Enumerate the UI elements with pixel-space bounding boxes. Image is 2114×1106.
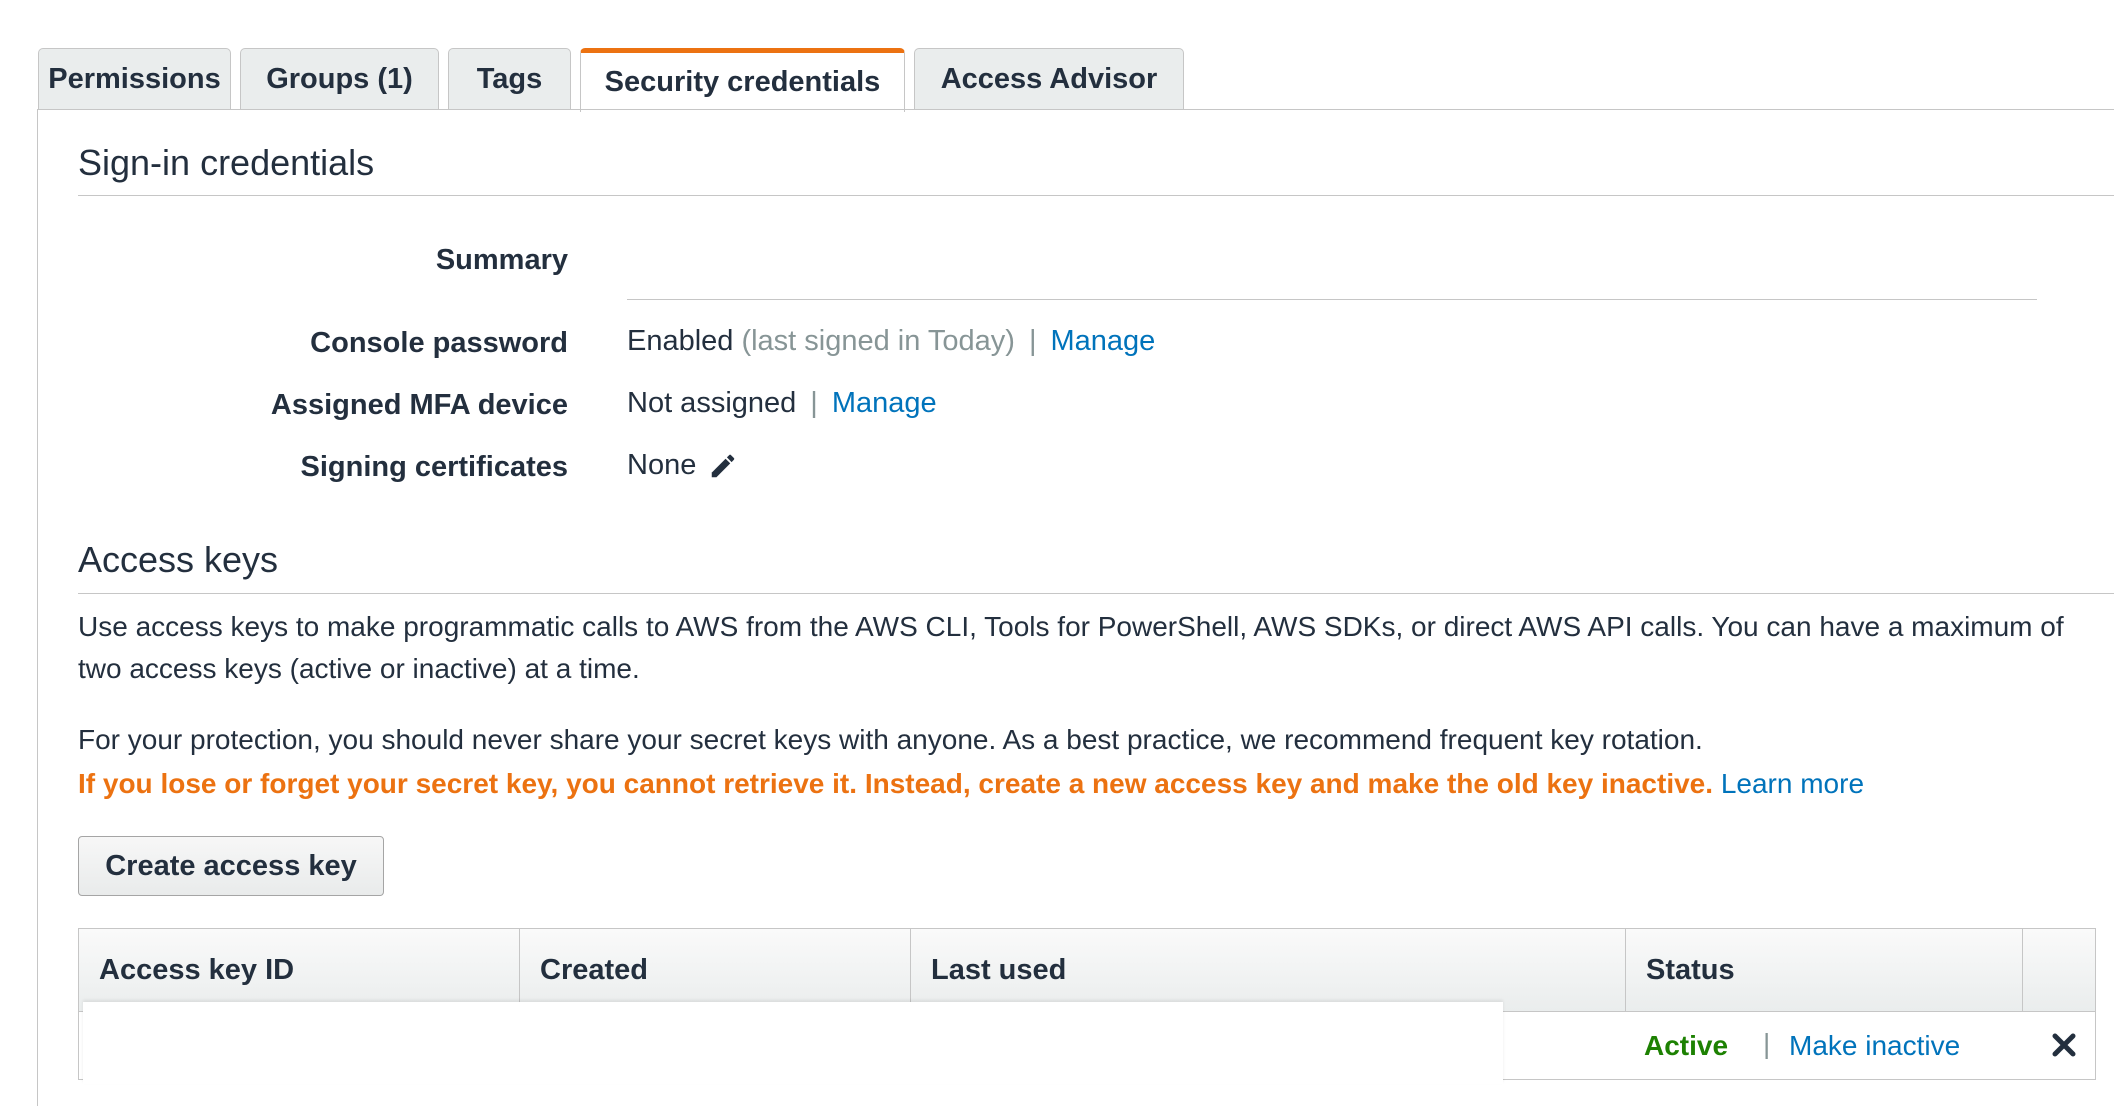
tab-tags[interactable]: Tags: [448, 48, 571, 110]
access-keys-description: Use access keys to make programmatic cal…: [78, 611, 2064, 684]
last-signed-in-note: (last signed in Today): [741, 325, 1015, 357]
console-password-label: Console password: [310, 327, 568, 359]
column-header-access-key-id[interactable]: Access key ID: [79, 929, 520, 1011]
access-keys-table: Access key ID Created Last used Status A…: [78, 928, 2096, 1084]
section-divider: [78, 195, 2114, 196]
signing-certificates-status: None: [627, 449, 697, 481]
manage-mfa-link[interactable]: Manage: [832, 387, 937, 420]
column-header-status[interactable]: Status: [1626, 929, 2023, 1011]
summary-divider: [627, 299, 2037, 300]
tab-bar: Permissions Groups (1) Tags Security cre…: [38, 48, 1193, 112]
signing-certificates-label: Signing certificates: [300, 451, 568, 483]
separator: |: [1763, 1028, 1771, 1059]
separator: |: [810, 387, 818, 419]
tab-permissions[interactable]: Permissions: [38, 48, 231, 110]
tab-divider: [38, 109, 2114, 110]
section-divider: [78, 593, 2114, 594]
console-password-value: Enabled (last signed in Today) | Manage: [627, 325, 1155, 358]
tab-groups[interactable]: Groups (1): [240, 48, 439, 110]
tab-access-advisor[interactable]: Access Advisor: [914, 48, 1184, 110]
panel-border: [37, 109, 38, 1106]
tab-security-credentials[interactable]: Security credentials: [580, 48, 905, 112]
protection-note: For your protection, you should never sh…: [78, 724, 1703, 755]
secret-key-warning: If you lose or forget your secret key, y…: [78, 768, 1714, 799]
table-header: Access key ID Created Last used Status: [79, 928, 2095, 1012]
column-header-actions: [2023, 929, 2093, 1011]
status-badge: Active: [1644, 1030, 1729, 1061]
redaction-overlay: [83, 1002, 1503, 1084]
mfa-label: Assigned MFA device: [270, 389, 568, 421]
separator: |: [1028, 325, 1037, 357]
learn-more-link[interactable]: Learn more: [1721, 768, 1864, 799]
signing-certificates-value: None: [627, 449, 738, 482]
console-password-status: Enabled: [627, 325, 734, 357]
access-keys-heading: Access keys: [78, 539, 279, 580]
make-inactive-link[interactable]: Make inactive: [1789, 1030, 1960, 1062]
column-header-created[interactable]: Created: [520, 929, 911, 1011]
create-access-key-button[interactable]: Create access key: [78, 836, 384, 896]
warning-line: If you lose or forget your secret key, y…: [78, 763, 2098, 805]
mfa-value: Not assigned | Manage: [627, 387, 937, 420]
mfa-status: Not assigned: [627, 387, 797, 419]
sign-in-credentials-heading: Sign-in credentials: [78, 142, 375, 183]
close-icon[interactable]: [2051, 1032, 2077, 1058]
pencil-icon[interactable]: [708, 451, 738, 481]
manage-console-password-link[interactable]: Manage: [1051, 325, 1156, 358]
summary-label: Summary: [435, 244, 568, 276]
column-header-last-used[interactable]: Last used: [911, 929, 1626, 1011]
